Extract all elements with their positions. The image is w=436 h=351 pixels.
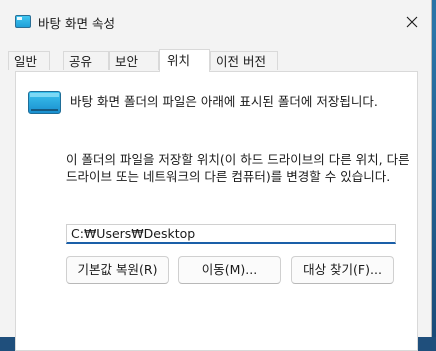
restore-default-button[interactable]: 기본값 복원(R) <box>66 256 169 284</box>
location-description: 바탕 화면 폴더의 파일은 아래에 표시된 폴더에 저장됩니다. <box>70 94 378 109</box>
desktop-folder-icon <box>15 15 31 28</box>
close-button[interactable] <box>398 8 426 36</box>
close-icon <box>406 16 418 28</box>
desktop-folder-icon <box>28 91 61 114</box>
tab-sharing[interactable]: 공유 <box>63 51 109 70</box>
location-tab-panel: 바탕 화면 폴더의 파일은 아래에 표시된 폴더에 저장됩니다. 이 폴더의 파… <box>15 71 418 351</box>
properties-dialog: 바탕 화면 속성 일반 공유 보안 위치 이전 버전 바탕 화면 폴더의 파일은… <box>0 0 432 351</box>
move-button[interactable]: 이동(M)... <box>178 256 281 284</box>
tab-general[interactable]: 일반 <box>8 51 50 70</box>
title-bar[interactable]: 바탕 화면 속성 <box>0 0 431 44</box>
tab-security[interactable]: 보안 <box>109 51 159 70</box>
folder-path-input[interactable]: C:₩Users₩Desktop <box>66 224 396 244</box>
find-target-button[interactable]: 대상 찾기(F)... <box>291 256 394 284</box>
window-title: 바탕 화면 속성 <box>38 16 115 31</box>
tab-location[interactable]: 위치 <box>159 49 210 72</box>
tab-previous-versions[interactable]: 이전 버전 <box>210 51 278 70</box>
location-info: 이 폴더의 파일을 저장할 위치(이 하드 드라이브의 다른 위치, 다른 드라… <box>66 152 410 184</box>
tab-strip: 일반 공유 보안 위치 이전 버전 <box>8 49 423 72</box>
